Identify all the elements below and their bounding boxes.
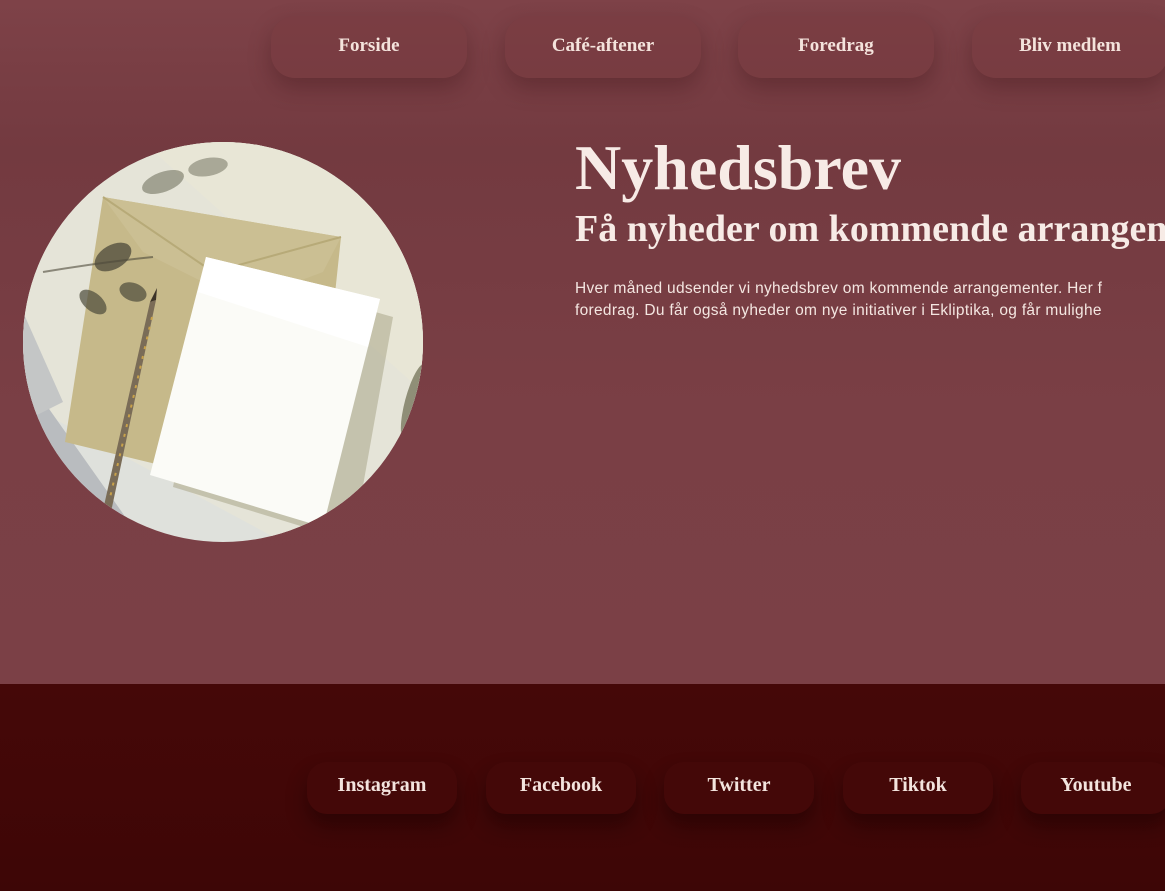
nav-item-foredrag[interactable]: Foredrag [738, 16, 934, 78]
newsletter-description: Hver måned udsender vi nyhedsbrev om kom… [575, 278, 1165, 322]
page-subtitle: Få nyheder om kommende arrangen [575, 208, 1165, 250]
nav-item-forside[interactable]: Forside [271, 16, 467, 78]
nav-item-bliv-medlem[interactable]: Bliv medlem [972, 16, 1165, 78]
envelope-letter-pencil-photo [23, 142, 423, 542]
nav-item-cafe-aftener[interactable]: Café-aftener [505, 16, 701, 78]
description-line-2: foredrag. Du får også nyheder om nye ini… [575, 302, 1102, 319]
footer-link-facebook[interactable]: Facebook [486, 762, 636, 814]
newsletter-image [23, 142, 423, 542]
footer-link-twitter[interactable]: Twitter [664, 762, 814, 814]
newsletter-content: Nyhedsbrev Få nyheder om kommende arrang… [575, 130, 1165, 322]
page-title: Nyhedsbrev [575, 132, 901, 203]
footer-link-youtube[interactable]: Youtube [1021, 762, 1165, 814]
description-line-1: Hver måned udsender vi nyhedsbrev om kom… [575, 280, 1103, 297]
footer-link-instagram[interactable]: Instagram [307, 762, 457, 814]
footer: Instagram Facebook Twitter Tiktok Youtub… [0, 684, 1165, 891]
main-section: Forside Café-aftener Foredrag Bliv medle… [0, 0, 1165, 684]
footer-link-tiktok[interactable]: Tiktok [843, 762, 993, 814]
top-navigation: Forside Café-aftener Foredrag Bliv medle… [0, 16, 1165, 78]
